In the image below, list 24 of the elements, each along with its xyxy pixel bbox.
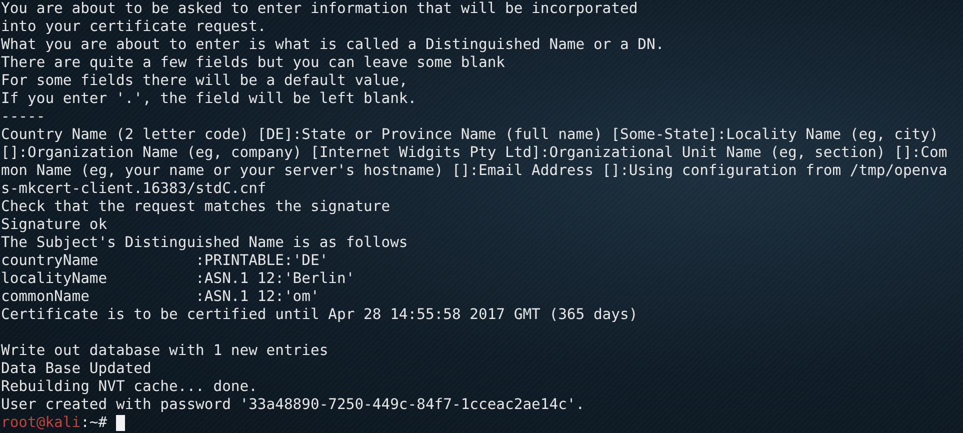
output-line: Rebuilding NVT cache... done. <box>1 378 258 396</box>
output-line: localityName :ASN.1 12:'Berlin' <box>1 270 356 288</box>
output-line: mon Name (eg, your name or your server's hostname) []:Email Address []:Using configuration from /tmp/openva <box>1 162 948 180</box>
output-line: countryName :PRINTABLE:'DE' <box>1 252 330 270</box>
output-line: Check that the request matches the signature <box>1 198 392 216</box>
output-line: ----- <box>1 108 46 126</box>
prompt-user: root@kali <box>1 414 81 432</box>
output-line: You are about to be asked to enter information that will be incorporated <box>1 0 639 18</box>
output-line: If you enter '.', the field will be left blank. <box>1 90 418 108</box>
output-line: commonName :ASN.1 12:'om' <box>1 288 320 306</box>
output-line: For some fields there will be a default value, <box>1 72 409 90</box>
prompt-path: :~# <box>80 414 108 432</box>
output-line: Write out database with 1 new entries <box>1 342 330 360</box>
output-line: []:Organization Name (eg, company) [Internet Widgits Pty Ltd]:Organizational Unit Name (eg, section) []:Com <box>1 144 948 162</box>
output-line: Signature ok <box>1 216 108 234</box>
output-line: Country Name (2 letter code) [DE]:State or Province Name (full name) [Some-State]:Locality Name (eg, city) <box>1 126 940 144</box>
output-line: Data Base Updated <box>1 360 152 378</box>
output-line: into your certificate request. <box>1 18 268 36</box>
output-line: There are quite a few fields but you can leave some blank <box>1 54 506 72</box>
output-line: s-mkcert-client.16383/stdC.cnf <box>1 180 268 198</box>
output-line: User created with password '33a48890-7250-449c-84f7-1cceac2ae14c'. <box>1 396 586 414</box>
output-line: The Subject's Distinguished Name is as follows <box>1 234 409 252</box>
output-line: What you are about to enter is what is called a Distinguished Name or a DN. <box>1 36 666 54</box>
output-line: Certificate is to be certified until Apr 28 14:55:58 2017 GMT (365 days) <box>1 306 639 324</box>
